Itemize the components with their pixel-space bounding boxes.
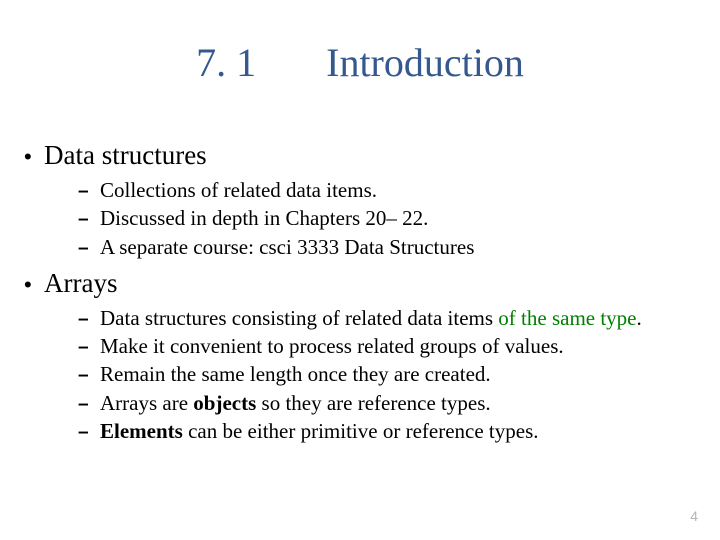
dash-icon: – bbox=[78, 309, 100, 331]
dash-icon: – bbox=[78, 337, 100, 359]
level2-text: Data structures consisting of related da… bbox=[100, 305, 642, 331]
level2-item: –Data structures consisting of related d… bbox=[78, 305, 696, 331]
level2-item: –A separate course: csci 3333 Data Struc… bbox=[78, 234, 696, 260]
dash-icon: – bbox=[78, 181, 100, 203]
level2-text: Collections of related data items. bbox=[100, 177, 377, 203]
level2-text: Discussed in depth in Chapters 20– 22. bbox=[100, 205, 428, 231]
level1-item: •Arrays bbox=[24, 268, 696, 299]
level2-text: Elements can be either primitive or refe… bbox=[100, 418, 539, 444]
level1-text: Data structures bbox=[44, 140, 207, 171]
level2-group: –Data structures consisting of related d… bbox=[78, 305, 696, 444]
bullet-icon: • bbox=[24, 272, 44, 298]
level2-text: Remain the same length once they are cre… bbox=[100, 361, 491, 387]
dash-icon: – bbox=[78, 209, 100, 231]
dash-icon: – bbox=[78, 394, 100, 416]
level2-group: –Collections of related data items.–Disc… bbox=[78, 177, 696, 260]
title-text: Introduction bbox=[326, 40, 524, 85]
level2-item: –Remain the same length once they are cr… bbox=[78, 361, 696, 387]
level2-item: –Make it convenient to process related g… bbox=[78, 333, 696, 359]
level1-text: Arrays bbox=[44, 268, 117, 299]
slide: 7. 1 Introduction •Data structures–Colle… bbox=[0, 0, 720, 540]
page-number: 4 bbox=[690, 508, 698, 524]
level2-item: –Collections of related data items. bbox=[78, 177, 696, 203]
dash-icon: – bbox=[78, 365, 100, 387]
level1-item: •Data structures bbox=[24, 140, 696, 171]
dash-icon: – bbox=[78, 238, 100, 260]
level2-item: –Arrays are objects so they are referenc… bbox=[78, 390, 696, 416]
dash-icon: – bbox=[78, 422, 100, 444]
level2-text: Arrays are objects so they are reference… bbox=[100, 390, 491, 416]
level2-text: Make it convenient to process related gr… bbox=[100, 333, 564, 359]
level2-item: –Elements can be either primitive or ref… bbox=[78, 418, 696, 444]
title-number: 7. 1 bbox=[196, 40, 256, 85]
level2-item: –Discussed in depth in Chapters 20– 22. bbox=[78, 205, 696, 231]
level2-text: A separate course: csci 3333 Data Struct… bbox=[100, 234, 474, 260]
slide-title: 7. 1 Introduction bbox=[0, 42, 720, 84]
slide-body: •Data structures–Collections of related … bbox=[24, 140, 696, 452]
bullet-icon: • bbox=[24, 144, 44, 170]
